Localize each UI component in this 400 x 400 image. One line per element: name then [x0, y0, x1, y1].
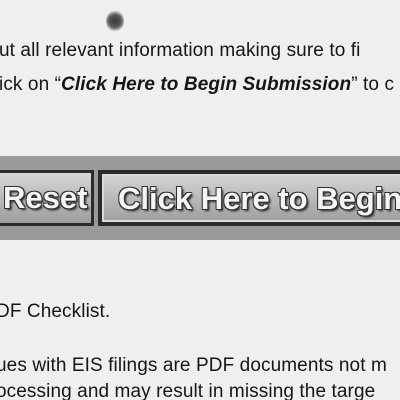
- scan-smudge: [106, 10, 124, 32]
- begin-submission-button[interactable]: Click Here to Begin S: [98, 170, 400, 226]
- instruction-line-2: ick on “Click Here to Begin Submission” …: [0, 74, 394, 96]
- issues-line-2: ocessing and may result in missing the t…: [0, 381, 376, 400]
- instruction-line-1: ut all relevant information making sure …: [0, 40, 361, 61]
- submission-page: ut all relevant information making sure …: [0, 0, 400, 400]
- pdf-checklist-text: DF Checklist.: [0, 301, 111, 322]
- instruction-line-2-prefix: ick on “: [0, 74, 62, 95]
- begin-submission-reference: Click Here to Begin Submission: [61, 74, 352, 95]
- issues-line-1: ues with EIS filings are PDF documents n…: [0, 355, 387, 376]
- reset-button[interactable]: Reset: [0, 170, 94, 226]
- instruction-line-2-suffix: ” to c: [351, 74, 395, 95]
